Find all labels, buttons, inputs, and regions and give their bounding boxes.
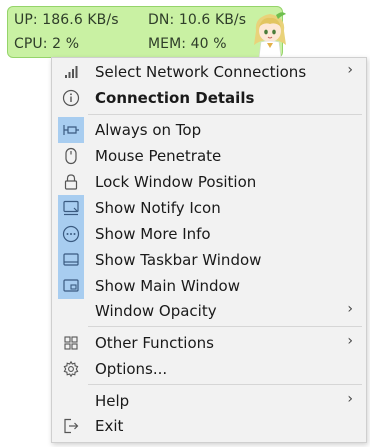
menu-separator (88, 114, 362, 115)
menu-item-label: Connection Details (95, 89, 255, 107)
menu-item-exit[interactable]: Exit (52, 413, 366, 439)
exit-icon (58, 413, 84, 439)
submenu-arrow-icon: › (347, 333, 353, 349)
menu-item-label: Lock Window Position (95, 173, 257, 191)
menu-item-label: Show More Info (95, 225, 211, 243)
download-speed: DN: 10.6 KB/s (148, 12, 247, 28)
menu-item-help[interactable]: Help › (52, 388, 366, 414)
submenu-arrow-icon: › (347, 391, 353, 407)
main-window-icon (58, 273, 84, 299)
lock-icon (58, 169, 84, 195)
menu-item-label: Help (95, 392, 130, 410)
menu-item-options[interactable]: Options... (52, 356, 366, 382)
gear-icon (58, 356, 84, 382)
menu-item-select-network-connections[interactable]: Select Network Connections › (52, 59, 366, 85)
memory-usage: MEM: 40 % (148, 36, 227, 52)
menu-item-label: Show Taskbar Window (95, 251, 262, 269)
upload-speed: UP: 186.6 KB/s (14, 12, 119, 28)
mascot-icon (248, 9, 292, 59)
menu-item-always-on-top[interactable]: Always on Top (52, 117, 366, 143)
signal-bars-icon (58, 59, 84, 85)
menu-item-label: Show Notify Icon (95, 199, 221, 217)
context-menu: Select Network Connections › Connection … (51, 57, 367, 443)
info-icon (58, 85, 84, 111)
menu-item-other-functions[interactable]: Other Functions › (52, 330, 366, 356)
menu-item-label: Mouse Penetrate (95, 147, 222, 165)
notify-icon (58, 195, 84, 221)
menu-item-show-main-window[interactable]: Show Main Window (52, 273, 366, 299)
traffic-monitor-widget[interactable]: UP: 186.6 KB/s DN: 10.6 KB/s CPU: 2 % ME… (7, 6, 286, 59)
menu-item-show-notify-icon[interactable]: Show Notify Icon (52, 195, 366, 221)
menu-item-lock-window-position[interactable]: Lock Window Position (52, 169, 366, 195)
menu-item-label: Exit (95, 417, 124, 435)
submenu-arrow-icon: › (347, 62, 353, 78)
grid-icon (58, 330, 84, 356)
menu-item-label: Other Functions (95, 334, 214, 352)
menu-item-label: Options... (95, 360, 168, 378)
screen: UP: 186.6 KB/s DN: 10.6 KB/s CPU: 2 % ME… (0, 0, 370, 447)
menu-item-label: Select Network Connections (95, 63, 307, 81)
taskbar-window-icon (58, 247, 84, 273)
menu-item-window-opacity[interactable]: Window Opacity › (52, 298, 366, 324)
menu-item-show-taskbar-window[interactable]: Show Taskbar Window (52, 247, 366, 273)
menu-item-connection-details[interactable]: Connection Details (52, 85, 366, 111)
menu-separator (88, 326, 362, 327)
cpu-usage: CPU: 2 % (14, 36, 80, 52)
menu-item-label: Show Main Window (95, 277, 240, 295)
menu-item-label: Window Opacity (95, 302, 217, 320)
menu-item-show-more-info[interactable]: Show More Info (52, 221, 366, 247)
menu-separator (88, 384, 362, 385)
more-icon (58, 221, 84, 247)
menu-item-mouse-penetrate[interactable]: Mouse Penetrate (52, 143, 366, 169)
menu-item-label: Always on Top (95, 121, 202, 139)
submenu-arrow-icon: › (347, 301, 353, 317)
pin-icon (58, 117, 84, 143)
mouse-icon (58, 143, 84, 169)
